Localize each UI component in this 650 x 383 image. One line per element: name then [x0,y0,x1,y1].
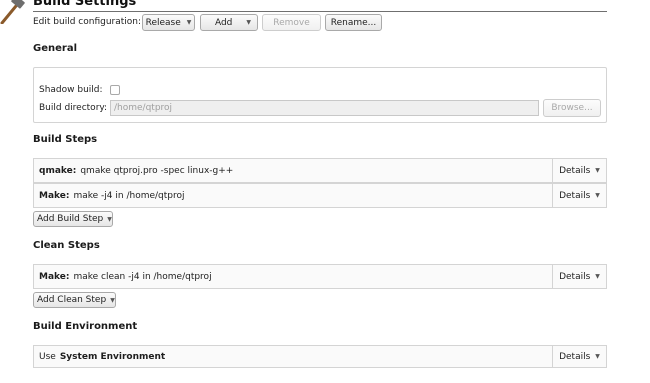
build-environment-row: Use System Environment Details ▼ [33,345,607,368]
chevron-down-icon: ▼ [595,353,600,360]
build-step-command: qmake qtproj.pro -spec linux-g++ [80,165,234,176]
remove-configuration-button[interactable]: Remove [262,14,321,31]
add-clean-step-button[interactable]: Add Clean Step ▼ [33,292,116,308]
chevron-down-icon: ▼ [595,192,600,199]
add-configuration-label: Add [214,17,233,28]
clean-step-make-details-button[interactable]: Details ▼ [552,265,606,288]
chevron-down-icon: ▼ [107,215,112,223]
hammer-icon [0,0,25,24]
build-environment-value: System Environment [59,351,166,362]
general-section-title: General [33,43,77,54]
build-directory-field[interactable]: /home/qtproj [110,100,539,116]
browse-button[interactable]: Browse... [543,99,601,117]
clean-step-command: make clean -j4 in /home/qtproj [73,271,212,282]
build-directory-label: Build directory: [39,103,108,113]
details-label: Details [559,351,591,362]
build-step-name: qmake: [39,165,77,176]
details-label: Details [559,165,591,176]
add-configuration-button[interactable]: Add ▼ [200,14,258,31]
build-step-make-row: Make: make -j4 in /home/qtproj Details ▼ [33,183,607,208]
build-environment-details-button[interactable]: Details ▼ [552,346,606,367]
clean-step-name: Make: [39,271,70,282]
details-label: Details [559,190,591,201]
build-configuration-select[interactable]: Release ▼ [142,14,195,31]
shadow-build-label: Shadow build: [39,85,103,95]
rename-configuration-button[interactable]: Rename... [325,14,382,31]
build-step-qmake-row: qmake: qmake qtproj.pro -spec linux-g++ … [33,158,607,183]
build-steps-section-title: Build Steps [33,134,98,145]
chevron-down-icon: ▼ [595,167,600,174]
details-label: Details [559,271,591,282]
build-step-make-details-button[interactable]: Details ▼ [552,184,606,207]
add-build-step-label: Add Build Step [37,214,104,224]
build-step-name: Make: [39,190,70,201]
build-environment-prefix: Use [39,351,56,362]
build-environment-section-title: Build Environment [33,321,138,332]
clean-steps-section-title: Clean Steps [33,240,100,251]
title-divider [33,11,607,12]
chevron-down-icon: ▼ [186,19,192,26]
chevron-down-icon: ▼ [110,296,115,304]
chevron-down-icon: ▼ [246,19,252,26]
add-clean-step-label: Add Clean Step [37,295,107,305]
add-build-step-button[interactable]: Add Build Step ▼ [33,211,113,227]
clean-step-make-row: Make: make clean -j4 in /home/qtproj Det… [33,264,607,289]
build-step-qmake-details-button[interactable]: Details ▼ [552,159,606,182]
page-title: Build Settings [33,0,137,9]
build-step-command: make -j4 in /home/qtproj [73,190,185,201]
shadow-build-checkbox[interactable] [110,85,120,95]
edit-configuration-label: Edit build configuration: [33,17,142,27]
build-configuration-value: Release [145,17,181,28]
chevron-down-icon: ▼ [595,273,600,280]
